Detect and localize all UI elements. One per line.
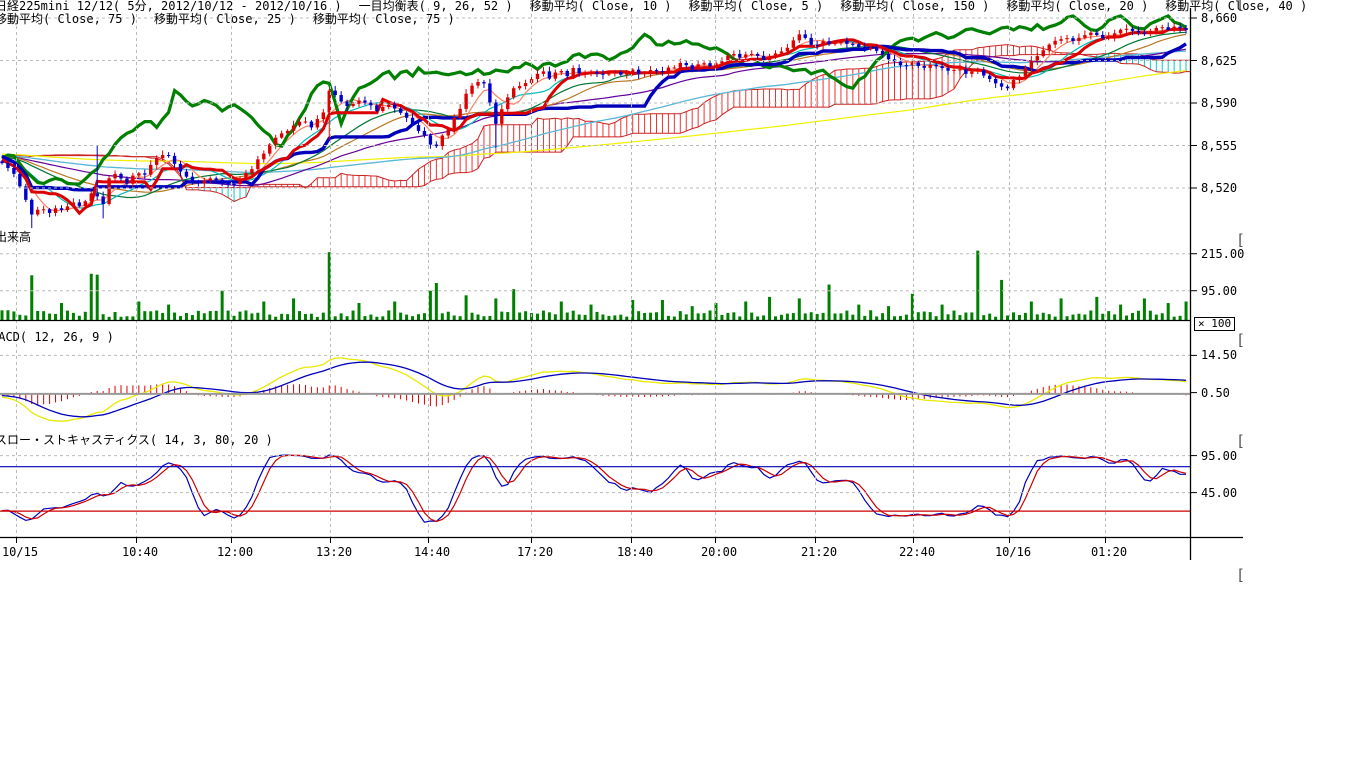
legend-ma-75a: 移動平均( Close, 75 ) [0,13,137,26]
macd-pane-label: MACD( 12, 26, 9 ) [0,331,114,344]
time-axis-label: 22:40 [895,545,939,559]
time-axis-label: 10/15 [0,545,42,559]
volume-axis-label: 95.00 [1201,284,1237,298]
legend-ma-20: 移動平均( Close, 20 ) [1006,0,1148,13]
chart-window: 日経225mini 12/12( 5分, 2012/10/12 - 2012/1… [0,0,1366,768]
legend-ma-10: 移動平均( Close, 10 ) [530,0,672,13]
stoch-pane-label: スロー・ストキャスティクス( 14, 3, 80, 20 ) [0,434,273,447]
price-axis-label: 8,555 [1201,139,1237,153]
pane-resize-handle[interactable]: [ [1236,434,1245,448]
chart-canvas[interactable] [0,0,1366,768]
price-axis-label: 8,660 [1201,11,1237,25]
time-axis-label: 01:20 [1087,545,1131,559]
macd-axis-label: 0.50 [1201,386,1230,400]
time-axis-label: 10/16 [991,545,1035,559]
pane-resize-handle[interactable]: [ [1236,568,1245,582]
pane-resize-handle[interactable]: [ [1236,333,1245,347]
volume-multiplier-badge: × 100 [1194,317,1235,331]
legend-ma-150: 移動平均( Close, 150 ) [840,0,989,13]
time-axis-label: 13:20 [312,545,356,559]
time-axis-label: 12:00 [213,545,257,559]
time-axis-label: 21:20 [797,545,841,559]
legend-ma-25: 移動平均( Close, 25 ) [154,13,296,26]
price-axis-label: 8,590 [1201,96,1237,110]
volume-pane-label: 出来高 [0,231,31,244]
time-axis-label: 10:40 [118,545,162,559]
stoch-axis-label: 95.00 [1201,449,1237,463]
legend-ma-5: 移動平均( Close, 5 ) [689,0,824,13]
time-axis-label: 20:00 [697,545,741,559]
chart-legend-row-2: 移動平均( Close, 75 ) 移動平均( Close, 25 ) 移動平均… [0,13,455,26]
pane-resize-handle[interactable]: [ [1236,0,1245,11]
time-axis-label: 14:40 [410,545,454,559]
stoch-axis-label: 45.00 [1201,486,1237,500]
time-axis-label: 18:40 [613,545,657,559]
legend-ma-75b: 移動平均( Close, 75 ) [313,13,455,26]
pane-resize-handle[interactable]: [ [1236,233,1245,247]
macd-axis-label: 14.50 [1201,348,1237,362]
price-axis-label: 8,625 [1201,54,1237,68]
price-axis-label: 8,520 [1201,181,1237,195]
time-axis-label: 17:20 [513,545,557,559]
